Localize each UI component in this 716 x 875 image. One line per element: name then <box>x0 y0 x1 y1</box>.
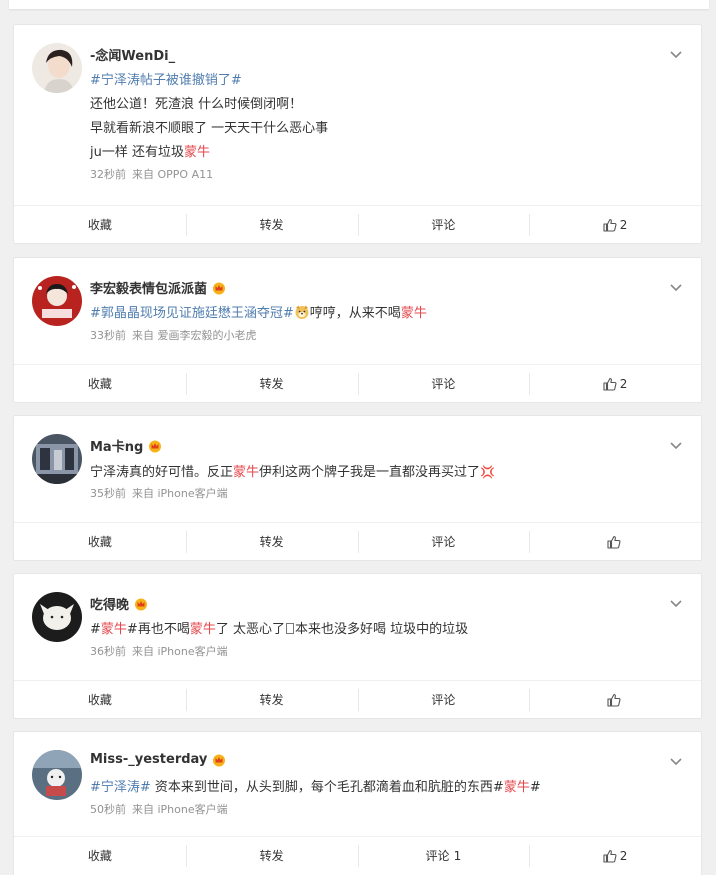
action-bar: 收藏 转发 评论 1 2 <box>14 836 701 874</box>
dog-emoji-icon <box>294 304 310 320</box>
username[interactable]: -念闻WenDi_ <box>90 45 175 64</box>
repost-button[interactable]: 转发 <box>185 206 358 243</box>
comment-button[interactable]: 评论 1 <box>357 837 530 874</box>
thumbs-up-icon <box>607 693 621 707</box>
favorite-button[interactable]: 收藏 <box>14 837 186 874</box>
post-meta: 33秒前 来自 爱画李宏毅的小老虎 <box>90 326 427 346</box>
thumbs-up-icon <box>603 218 617 232</box>
action-bar: 收藏 转发 评论 <box>14 680 701 718</box>
post-time[interactable]: 35秒前 <box>90 487 126 500</box>
post-text-line: #宁泽涛# 资本来到世间，从头到脚，每个毛孔都滴着血和肮脏的东西#蒙牛# <box>90 780 541 795</box>
crown-badge-icon <box>212 753 226 767</box>
missing-glyph-icon <box>285 623 294 634</box>
topic-link[interactable]: #宁泽涛# <box>90 780 151 795</box>
comment-button[interactable]: 评论 <box>357 681 530 718</box>
post-meta: 36秒前 来自 iPhone客户端 <box>90 642 468 662</box>
avatar[interactable] <box>32 434 82 484</box>
highlight-keyword: 蒙牛 <box>100 622 127 637</box>
comment-button[interactable]: 评论 <box>357 523 530 560</box>
post-source: 来自 iPhone客户端 <box>132 645 228 658</box>
crown-badge-icon <box>134 597 148 611</box>
topic-link[interactable]: #郭晶晶现场见证施廷懋王涵夺冠# <box>90 306 294 321</box>
post-source: 来自 iPhone客户端 <box>132 803 228 816</box>
chevron-down-icon[interactable] <box>669 754 683 768</box>
post-source: 来自 iPhone客户端 <box>132 487 228 500</box>
post-source: 来自 OPPO A11 <box>132 168 214 181</box>
topic-link[interactable]: #宁泽涛帖子被谁撤销了# <box>90 73 242 88</box>
avatar[interactable] <box>32 592 82 642</box>
action-bar: 收藏 转发 评论 2 <box>14 205 701 243</box>
top-strip <box>9 0 709 9</box>
comment-button[interactable]: 评论 <box>357 206 530 243</box>
post-text-line: #宁泽涛帖子被谁撤销了# <box>90 69 328 93</box>
repost-button[interactable]: 转发 <box>185 523 358 560</box>
weibo-post-card: Miss-_yesterday #宁泽涛# 资本来到世间，从头到脚，每个毛孔都滴… <box>13 731 702 875</box>
avatar[interactable] <box>32 750 82 800</box>
highlight-keyword: 蒙牛 <box>189 622 216 637</box>
post-meta: 50秒前 来自 iPhone客户端 <box>90 800 541 820</box>
post-meta: 35秒前 来自 iPhone客户端 <box>90 484 495 504</box>
chevron-down-icon[interactable] <box>669 438 683 452</box>
avatar[interactable] <box>32 43 82 93</box>
like-button[interactable]: 2 <box>529 365 701 402</box>
favorite-button[interactable]: 收藏 <box>14 365 186 402</box>
weibo-post-card: -念闻WenDi_ #宁泽涛帖子被谁撤销了# 还他公道！死渣浪 什么时候倒闭啊！… <box>13 24 702 244</box>
post-time[interactable]: 36秒前 <box>90 645 126 658</box>
action-bar: 收藏 转发 评论 <box>14 522 701 560</box>
post-time[interactable]: 33秒前 <box>90 329 126 342</box>
highlight-keyword: 蒙牛 <box>400 306 427 321</box>
comment-button[interactable]: 评论 <box>357 365 530 402</box>
post-text-line: #蒙牛#再也不喝蒙牛了 太恶心了 本来也没多好喝 垃圾中的垃圾 <box>90 622 469 637</box>
crown-badge-icon <box>148 439 162 453</box>
repost-button[interactable]: 转发 <box>185 837 358 874</box>
like-button[interactable]: 2 <box>529 206 701 243</box>
repost-button[interactable]: 转发 <box>185 681 358 718</box>
post-source: 来自 爱画李宏毅的小老虎 <box>132 329 257 342</box>
highlight-keyword: 蒙牛 <box>503 780 530 795</box>
anger-emoji-icon: 💢 <box>480 465 495 479</box>
comment-count: 1 <box>453 848 462 863</box>
repost-button[interactable]: 转发 <box>185 365 358 402</box>
action-bar: 收藏 转发 评论 2 <box>14 364 701 402</box>
post-time[interactable]: 50秒前 <box>90 803 126 816</box>
favorite-button[interactable]: 收藏 <box>14 681 186 718</box>
weibo-post-card: 李宏毅表情包派派菌 #郭晶晶现场见证施廷懋王涵夺冠# 哼哼，从来不喝蒙牛 33秒前… <box>13 257 702 403</box>
thumbs-up-icon <box>603 849 617 863</box>
post-text-line: 早就看新浪不顺眼了 一天天干什么恶心事 <box>90 121 329 136</box>
weibo-post-card: Ma卡ng 宁泽涛真的好可惜。反正蒙牛伊利这两个牌子我是一直都没再买过了💢 35… <box>13 415 702 561</box>
post-time[interactable]: 32秒前 <box>90 168 126 181</box>
highlight-keyword: 蒙牛 <box>183 145 210 160</box>
username[interactable]: Ma卡ng <box>90 436 162 455</box>
username[interactable]: 李宏毅表情包派派菌 <box>90 278 226 297</box>
post-text-line: 还他公道！死渣浪 什么时候倒闭啊！ <box>90 97 303 112</box>
like-button[interactable]: 2 <box>529 837 701 874</box>
post-text-line: #郭晶晶现场见证施廷懋王涵夺冠# 哼哼，从来不喝蒙牛 <box>90 304 427 321</box>
chevron-down-icon[interactable] <box>669 596 683 610</box>
post-text-line: ju一样 还有垃圾蒙牛 <box>90 145 210 160</box>
weibo-post-card: 吃得晚 #蒙牛#再也不喝蒙牛了 太恶心了 本来也没多好喝 垃圾中的垃圾 36秒前来… <box>13 573 702 719</box>
thumbs-up-icon <box>607 535 621 549</box>
favorite-button[interactable]: 收藏 <box>14 206 186 243</box>
username[interactable]: Miss-_yesterday <box>90 752 226 767</box>
chevron-down-icon[interactable] <box>669 280 683 294</box>
post-text-line: 宁泽涛真的好可惜。反正蒙牛伊利这两个牌子我是一直都没再买过了💢 <box>90 465 495 480</box>
favorite-button[interactable]: 收藏 <box>14 523 186 560</box>
crown-badge-icon <box>212 281 226 295</box>
highlight-keyword: 蒙牛 <box>233 465 260 480</box>
post-meta: 32秒前 来自 OPPO A11 <box>90 165 328 185</box>
thumbs-up-icon <box>603 377 617 391</box>
like-button[interactable] <box>529 523 701 560</box>
chevron-down-icon[interactable] <box>669 47 683 61</box>
like-button[interactable] <box>529 681 701 718</box>
username[interactable]: 吃得晚 <box>90 594 148 613</box>
avatar[interactable] <box>32 276 82 326</box>
